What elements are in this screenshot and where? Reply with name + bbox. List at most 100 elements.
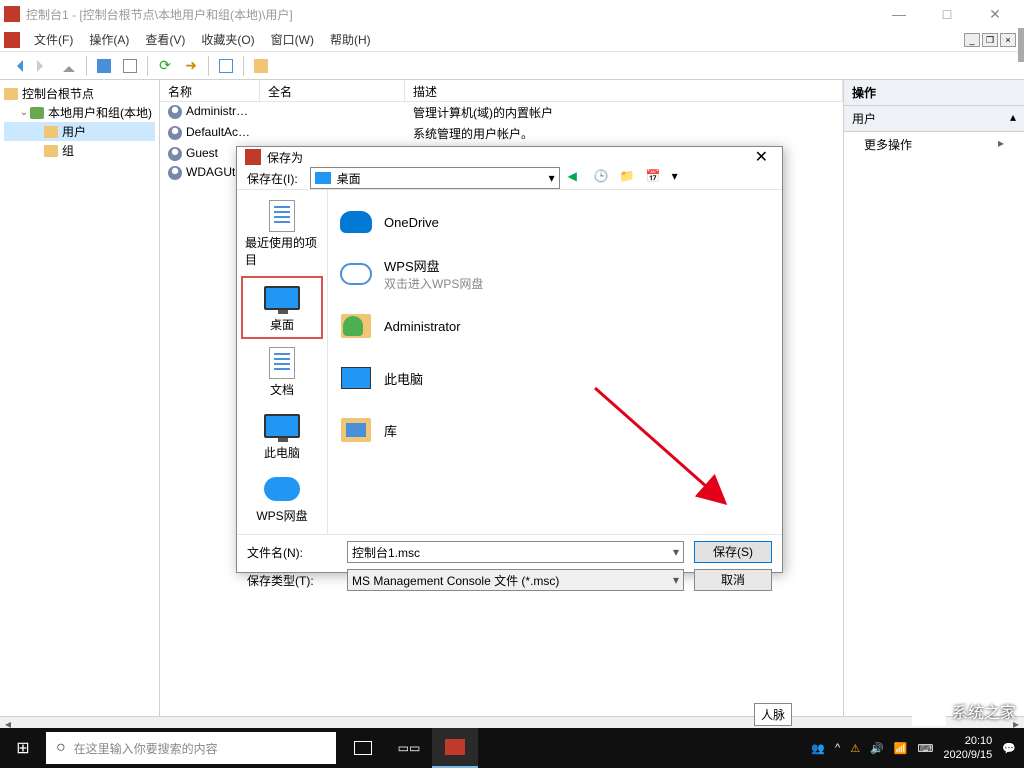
places-bar: 最近使用的项目 桌面 文档 此电脑 WPS网盘 bbox=[237, 190, 327, 534]
nav-recent-icon[interactable]: 🕒 bbox=[594, 169, 612, 187]
list-row[interactable]: Administrat...管理计算机(域)的内置帐户 bbox=[160, 102, 843, 123]
col-name[interactable]: 名称 bbox=[160, 80, 260, 101]
view-button[interactable] bbox=[250, 55, 272, 77]
file-item-administrator[interactable]: Administrator bbox=[334, 300, 776, 352]
col-fullname[interactable]: 全名 bbox=[260, 80, 405, 101]
ime-icon[interactable]: ⌨ bbox=[917, 742, 933, 755]
menu-favorites[interactable]: 收藏夹(O) bbox=[193, 29, 262, 50]
chevron-down-icon: ▾ bbox=[549, 171, 555, 185]
search-box[interactable]: ○ 在这里输入你要搜索的内容 bbox=[46, 732, 336, 764]
refresh-button[interactable]: ⟳ bbox=[154, 55, 176, 77]
tooltip-people: 人脉 bbox=[754, 703, 792, 726]
file-item-this-pc[interactable]: 此电脑 bbox=[334, 352, 776, 404]
desktop-icon bbox=[264, 286, 300, 310]
nav-newfolder-icon[interactable]: 📅 bbox=[646, 169, 664, 187]
cloud-icon bbox=[264, 477, 300, 501]
file-item-onedrive[interactable]: OneDrive bbox=[334, 196, 776, 248]
task-view-button[interactable] bbox=[340, 728, 386, 768]
user-icon bbox=[168, 147, 182, 161]
security-icon[interactable]: ⚠ bbox=[850, 742, 860, 755]
taskbar-app-mmc[interactable] bbox=[432, 728, 478, 768]
taskbar: ⊞ ○ 在这里输入你要搜索的内容 ▭▭ 👥 ^ ⚠ 🔊 📶 ⌨ 20:10 20… bbox=[0, 728, 1024, 768]
menu-help[interactable]: 帮助(H) bbox=[322, 29, 379, 50]
volume-icon[interactable]: 🔊 bbox=[870, 742, 884, 755]
col-description[interactable]: 描述 bbox=[405, 80, 843, 101]
menu-file[interactable]: 文件(F) bbox=[26, 29, 81, 50]
save-in-combo[interactable]: 桌面 ▾ bbox=[310, 167, 560, 189]
pc-icon bbox=[264, 414, 300, 438]
filename-input[interactable]: 控制台1.msc▾ bbox=[347, 541, 684, 563]
nav-back-icon[interactable]: ◀ bbox=[568, 169, 586, 187]
close-button[interactable]: ✕ bbox=[980, 6, 1010, 23]
filetype-combo[interactable]: MS Management Console 文件 (*.msc)▾ bbox=[347, 569, 684, 591]
people-icon[interactable]: 👥 bbox=[811, 742, 825, 755]
tree-root[interactable]: 控制台根节点 bbox=[4, 84, 155, 103]
place-documents[interactable]: 文档 bbox=[241, 343, 323, 402]
notifications-icon[interactable]: 💬 bbox=[1002, 742, 1016, 755]
forward-button[interactable] bbox=[32, 55, 54, 77]
mdi-restore[interactable]: ❐ bbox=[982, 33, 998, 47]
menu-bar: 文件(F) 操作(A) 查看(V) 收藏夹(O) 窗口(W) 帮助(H) _ ❐… bbox=[0, 28, 1024, 52]
actions-section-users[interactable]: 用户▴ bbox=[844, 106, 1024, 132]
list-row[interactable]: DefaultAcc...系统管理的用户帐户。 bbox=[160, 123, 843, 144]
mdi-minimize[interactable]: _ bbox=[964, 33, 980, 47]
task-timeline-button[interactable]: ▭▭ bbox=[386, 728, 432, 768]
chevron-down-icon: ▾ bbox=[673, 573, 679, 587]
actions-panel: 操作 用户▴ 更多操作 bbox=[844, 80, 1024, 716]
export-button[interactable] bbox=[119, 55, 141, 77]
window-title: 控制台1 - [控制台根节点\本地用户和组(本地)\用户] bbox=[26, 6, 884, 23]
watermark: 系统之家 bbox=[912, 696, 1016, 726]
this-pc-icon bbox=[341, 367, 371, 389]
documents-icon bbox=[269, 347, 295, 379]
actions-more[interactable]: 更多操作 bbox=[844, 132, 1024, 157]
arrow-icon: ▴ bbox=[1010, 110, 1016, 127]
file-list[interactable]: OneDrive WPS网盘双击进入WPS网盘 Administrator 此电… bbox=[327, 190, 782, 534]
cancel-button[interactable]: 取消 bbox=[694, 569, 772, 591]
place-desktop[interactable]: 桌面 bbox=[241, 276, 323, 339]
menu-window[interactable]: 窗口(W) bbox=[263, 29, 322, 50]
dialog-close-button[interactable]: ✕ bbox=[749, 147, 774, 167]
clock[interactable]: 20:10 2020/9/15 bbox=[943, 734, 992, 762]
place-recent[interactable]: 最近使用的项目 bbox=[241, 196, 323, 272]
actions-header: 操作 bbox=[844, 80, 1024, 106]
watermark-logo-icon bbox=[912, 696, 946, 726]
dialog-titlebar[interactable]: 保存为 ✕ bbox=[237, 147, 782, 167]
nav-view-icon[interactable]: ▾ bbox=[672, 169, 690, 187]
dialog-footer: 文件名(N): 控制台1.msc▾ 保存(S) 保存类型(T): MS Mana… bbox=[237, 535, 782, 607]
export-list-button[interactable]: ➜ bbox=[180, 55, 202, 77]
list-header: 名称 全名 描述 bbox=[160, 80, 843, 102]
tree-panel[interactable]: 控制台根节点 ⌄本地用户和组(本地) 用户 组 bbox=[0, 80, 160, 716]
save-as-dialog: 保存为 ✕ 保存在(I): 桌面 ▾ ◀ 🕒 📁 📅 ▾ 最近使用的项目 桌面 bbox=[236, 146, 783, 573]
help-button[interactable] bbox=[215, 55, 237, 77]
start-button[interactable]: ⊞ bbox=[0, 738, 46, 758]
file-item-wps[interactable]: WPS网盘双击进入WPS网盘 bbox=[334, 248, 776, 300]
back-button[interactable] bbox=[6, 55, 28, 77]
onedrive-icon bbox=[340, 211, 372, 233]
app-icon bbox=[4, 6, 20, 22]
mdi-close[interactable]: × bbox=[1000, 33, 1016, 47]
save-button[interactable]: 保存(S) bbox=[694, 541, 772, 563]
search-placeholder: 在这里输入你要搜索的内容 bbox=[74, 740, 218, 757]
doc-icon bbox=[4, 32, 20, 48]
place-wps[interactable]: WPS网盘 bbox=[241, 469, 323, 528]
filetype-label: 保存类型(T): bbox=[247, 572, 337, 589]
user-folder-icon bbox=[341, 314, 371, 338]
tree-users[interactable]: 用户 bbox=[4, 122, 155, 141]
place-this-pc[interactable]: 此电脑 bbox=[241, 406, 323, 465]
up-button[interactable] bbox=[58, 55, 80, 77]
file-item-libraries[interactable]: 库 bbox=[334, 404, 776, 456]
right-scrollbar[interactable] bbox=[1018, 28, 1024, 62]
tree-groups[interactable]: 组 bbox=[4, 141, 155, 160]
tree-local-users[interactable]: ⌄本地用户和组(本地) bbox=[4, 103, 155, 122]
dialog-body: 最近使用的项目 桌面 文档 此电脑 WPS网盘 OneDrive bbox=[237, 189, 782, 535]
show-hide-button[interactable] bbox=[93, 55, 115, 77]
minimize-button[interactable]: — bbox=[884, 6, 914, 23]
menu-view[interactable]: 查看(V) bbox=[137, 29, 193, 50]
menu-action[interactable]: 操作(A) bbox=[81, 29, 137, 50]
network-icon[interactable]: 📶 bbox=[894, 742, 908, 755]
desktop-icon bbox=[315, 172, 331, 184]
maximize-button[interactable]: □ bbox=[932, 6, 962, 23]
user-icon bbox=[168, 105, 182, 119]
nav-up-icon[interactable]: 📁 bbox=[620, 169, 638, 187]
tray-chevron-up-icon[interactable]: ^ bbox=[835, 742, 840, 754]
